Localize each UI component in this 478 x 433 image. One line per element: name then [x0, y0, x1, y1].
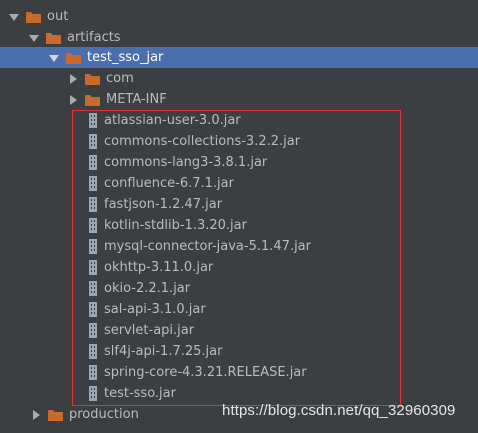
watermark: https://blog.csdn.net/qq_32960309: [222, 402, 456, 419]
tree-node-label: atlassian-user-3.0.jar: [104, 113, 241, 128]
tree-node-label: servlet-api.jar: [104, 323, 195, 338]
tree-node-jar[interactable]: kotlin-stdlib-1.3.20.jar: [0, 215, 478, 236]
folder-icon: [48, 409, 63, 421]
jar-icon: [88, 386, 98, 401]
tree-node-label: test-sso.jar: [104, 386, 176, 401]
tree-node-label: kotlin-stdlib-1.3.20.jar: [104, 218, 247, 233]
tree-node-label: okhttp-3.11.0.jar: [104, 260, 214, 275]
partial-row-top: [0, 0, 478, 4]
tree-node-label: spring-core-4.3.21.RELEASE.jar: [104, 365, 307, 380]
tree-node-label: slf4j-api-1.7.25.jar: [104, 344, 223, 359]
tree-node-label: com: [106, 71, 134, 86]
tree-node-label: okio-2.2.1.jar: [104, 281, 191, 296]
chevron-right-icon[interactable]: [30, 409, 42, 421]
tree-node-label: mysql-connector-java-5.1.47.jar: [104, 239, 311, 254]
tree-node-jar[interactable]: test-sso.jar: [0, 383, 478, 404]
jar-icon: [88, 239, 98, 254]
tree-node-label: test_sso_jar: [87, 50, 164, 65]
jar-icon: [88, 197, 98, 212]
tree-node-jar[interactable]: commons-collections-3.2.2.jar: [0, 131, 478, 152]
tree-node-com[interactable]: com: [0, 68, 478, 89]
folder-icon: [26, 11, 41, 23]
tree-node-label: confluence-6.7.1.jar: [104, 176, 234, 191]
tree-node-jar[interactable]: spring-core-4.3.21.RELEASE.jar: [0, 362, 478, 383]
tree-node-label: fastjson-1.2.47.jar: [104, 197, 223, 212]
jar-icon: [88, 365, 98, 380]
tree-node-label: META-INF: [106, 92, 167, 107]
tree-node-label: artifacts: [67, 30, 121, 45]
tree-node-label: production: [69, 407, 139, 422]
chevron-down-icon[interactable]: [28, 32, 40, 44]
jar-icon: [88, 260, 98, 275]
chevron-right-icon[interactable]: [67, 94, 79, 106]
chevron-down-icon[interactable]: [48, 52, 60, 64]
jar-icon: [88, 176, 98, 191]
jar-icon: [88, 323, 98, 338]
tree-node-artifacts[interactable]: artifacts: [0, 27, 478, 48]
tree-node-jar[interactable]: servlet-api.jar: [0, 320, 478, 341]
tree-node-jar[interactable]: okio-2.2.1.jar: [0, 278, 478, 299]
jar-icon: [88, 134, 98, 149]
jar-icon: [88, 302, 98, 317]
folder-icon: [66, 52, 81, 64]
tree-node-label: commons-lang3-3.8.1.jar: [104, 155, 268, 170]
tree-node-label: out: [47, 9, 69, 24]
tree-node-meta-inf[interactable]: META-INF: [0, 89, 478, 110]
tree-node-test-sso-jar[interactable]: test_sso_jar: [0, 47, 478, 68]
tree-node-out[interactable]: out: [0, 6, 478, 27]
tree-node-jar[interactable]: okhttp-3.11.0.jar: [0, 257, 478, 278]
chevron-right-icon[interactable]: [67, 73, 79, 85]
tree-node-jar[interactable]: slf4j-api-1.7.25.jar: [0, 341, 478, 362]
tree-node-jar[interactable]: mysql-connector-java-5.1.47.jar: [0, 236, 478, 257]
jar-icon: [88, 218, 98, 233]
folder-icon: [85, 73, 100, 85]
chevron-down-icon[interactable]: [8, 11, 20, 23]
tree-node-jar[interactable]: confluence-6.7.1.jar: [0, 173, 478, 194]
tree-node-label: commons-collections-3.2.2.jar: [104, 134, 301, 149]
partial-row-bottom: [0, 428, 478, 433]
tree-node-jar[interactable]: sal-api-3.1.0.jar: [0, 299, 478, 320]
jar-icon: [88, 113, 98, 128]
folder-icon: [46, 32, 61, 44]
tree-node-label: sal-api-3.1.0.jar: [104, 302, 206, 317]
tree-node-jar[interactable]: commons-lang3-3.8.1.jar: [0, 152, 478, 173]
project-tree: out artifacts test_sso_jar com META-INF …: [0, 0, 478, 433]
tree-node-jar[interactable]: atlassian-user-3.0.jar: [0, 110, 478, 131]
jar-icon: [88, 281, 98, 296]
jar-icon: [88, 344, 98, 359]
jar-icon: [88, 155, 98, 170]
folder-icon: [85, 94, 100, 106]
tree-node-jar[interactable]: fastjson-1.2.47.jar: [0, 194, 478, 215]
